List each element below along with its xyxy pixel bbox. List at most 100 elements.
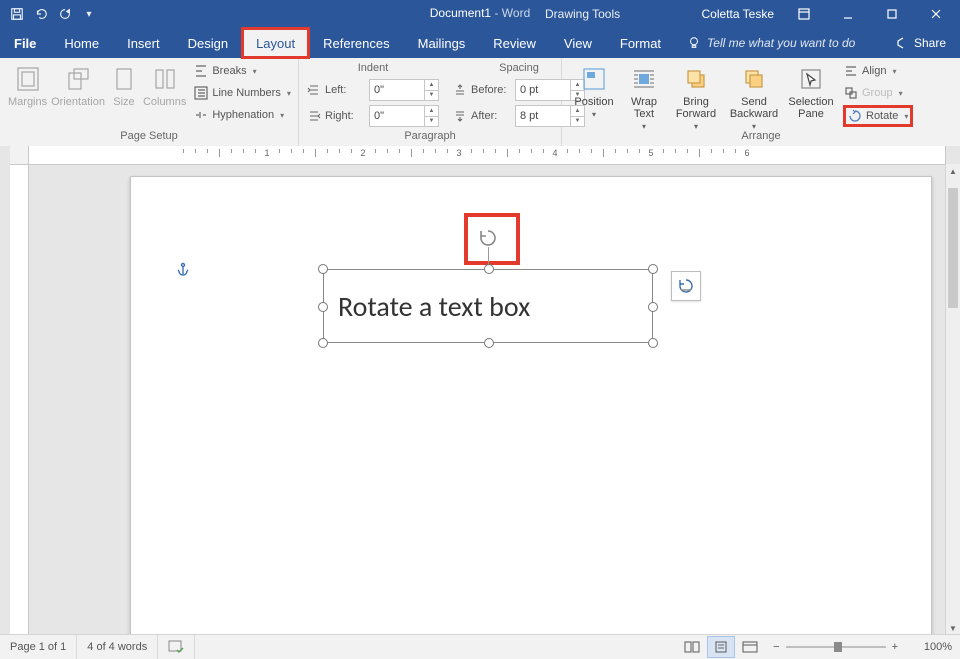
group-button[interactable]: Group▾ <box>844 84 912 102</box>
spacing-before-icon <box>453 83 467 97</box>
indent-header: Indent <box>307 62 439 74</box>
zoom-slider[interactable]: − + <box>773 641 898 653</box>
undo-icon[interactable] <box>30 3 52 25</box>
zoom-value[interactable]: 100% <box>908 641 952 653</box>
selection-pane-icon <box>796 64 826 94</box>
columns-button[interactable]: Columns <box>143 62 186 108</box>
status-page[interactable]: Page 1 of 1 <box>0 635 77 659</box>
status-bar: Page 1 of 1 4 of 4 words − + 100% <box>0 634 960 659</box>
resize-handle-bm[interactable] <box>484 338 494 348</box>
indent-left-input[interactable]: ▲▼ <box>369 79 439 101</box>
bring-forward-button[interactable]: Bring Forward▾ <box>670 62 722 131</box>
tab-layout[interactable]: Layout <box>242 28 309 58</box>
textbox-selection[interactable]: Rotate a text box <box>323 269 653 343</box>
resize-handle-bl[interactable] <box>318 338 328 348</box>
resize-handle-tm[interactable] <box>484 264 494 274</box>
view-read-mode[interactable] <box>679 637 705 657</box>
scroll-up-icon[interactable]: ▲ <box>946 164 960 178</box>
resize-handle-br[interactable] <box>648 338 658 348</box>
hyphenation-button[interactable]: Hyphenation▾ <box>194 106 291 124</box>
rotate-stem <box>488 247 489 265</box>
align-button[interactable]: Align▾ <box>844 62 912 80</box>
tab-references[interactable]: References <box>309 28 403 58</box>
tab-mailings[interactable]: Mailings <box>404 28 480 58</box>
scroll-down-icon[interactable]: ▼ <box>946 621 960 635</box>
resize-handle-tl[interactable] <box>318 264 328 274</box>
tab-review[interactable]: Review <box>479 28 550 58</box>
breaks-icon <box>194 64 208 78</box>
wrap-text-icon <box>629 64 659 94</box>
user-name: Coletta Teske <box>702 7 775 21</box>
ruler-corner <box>10 146 29 165</box>
share-button[interactable]: Share <box>878 28 960 58</box>
tab-view[interactable]: View <box>550 28 606 58</box>
size-icon <box>109 64 139 94</box>
document-page[interactable]: Rotate a text box <box>130 176 932 635</box>
line-numbers-button[interactable]: Line Numbers▾ <box>194 84 291 102</box>
zoom-in-icon[interactable]: + <box>892 641 898 653</box>
redo-icon[interactable] <box>54 3 76 25</box>
horizontal-ruler[interactable]: 123456 <box>28 146 946 165</box>
layout-options-button[interactable] <box>671 271 701 301</box>
margins-button[interactable]: Margins <box>8 62 47 108</box>
indent-right-row: Right: ▲▼ <box>307 106 439 126</box>
position-button[interactable]: Position▾ <box>570 62 618 119</box>
view-print-layout[interactable] <box>707 636 735 658</box>
resize-handle-ml[interactable] <box>318 302 328 312</box>
textbox[interactable]: Rotate a text box <box>323 269 653 343</box>
spacing-after-icon <box>453 109 467 123</box>
columns-icon <box>150 64 180 94</box>
close-button[interactable] <box>916 0 956 28</box>
size-button[interactable]: Size <box>109 62 139 108</box>
indent-right-input[interactable]: ▲▼ <box>369 105 439 127</box>
tab-insert[interactable]: Insert <box>113 28 174 58</box>
zoom-out-icon[interactable]: − <box>773 641 779 653</box>
margins-icon <box>13 64 43 94</box>
tab-design[interactable]: Design <box>174 28 242 58</box>
rotate-icon <box>478 228 498 248</box>
wrap-text-button[interactable]: Wrap Text▾ <box>622 62 666 131</box>
indent-left-icon <box>307 83 321 97</box>
group-icon <box>844 86 858 100</box>
spellcheck-icon <box>168 640 184 654</box>
status-words[interactable]: 4 of 4 words <box>77 635 158 659</box>
resize-handle-mr[interactable] <box>648 302 658 312</box>
maximize-button[interactable] <box>872 0 912 28</box>
tell-me-search[interactable]: Tell me what you want to do <box>687 28 855 58</box>
indent-right-icon <box>307 109 321 123</box>
minimize-button[interactable] <box>828 0 868 28</box>
position-icon <box>579 64 609 94</box>
status-spellcheck[interactable] <box>158 635 195 659</box>
tab-format[interactable]: Format <box>606 28 675 58</box>
vertical-ruler[interactable] <box>10 164 29 635</box>
zoom-track[interactable] <box>786 646 886 648</box>
view-web-layout[interactable] <box>737 637 763 657</box>
tab-file[interactable]: File <box>0 28 50 58</box>
qat-customize-icon[interactable]: ▾ <box>78 3 100 25</box>
group-label-paragraph: Paragraph <box>307 130 553 144</box>
line-numbers-icon <box>194 86 208 100</box>
quick-access-toolbar: ▾ <box>0 3 100 25</box>
title-bar: ▾ Document1 - Word Drawing Tools Coletta… <box>0 0 960 28</box>
breaks-button[interactable]: Breaks▾ <box>194 62 291 80</box>
group-label-page-setup: Page Setup <box>8 130 290 144</box>
tab-home[interactable]: Home <box>50 28 113 58</box>
zoom-thumb[interactable] <box>834 642 842 652</box>
share-label: Share <box>914 36 946 50</box>
selection-pane-button[interactable]: Selection Pane <box>786 62 836 120</box>
bring-forward-icon <box>681 64 711 94</box>
send-backward-button[interactable]: Send Backward▾ <box>726 62 782 131</box>
scrollbar-thumb[interactable] <box>948 188 958 308</box>
hyphenation-icon <box>194 108 208 122</box>
anchor-icon <box>176 262 190 279</box>
ribbon-display-options-icon[interactable] <box>784 0 824 28</box>
orientation-button[interactable]: Orientation <box>51 62 105 108</box>
textbox-text: Rotate a text box <box>338 289 530 324</box>
save-icon[interactable] <box>6 3 28 25</box>
app-name: Word <box>502 6 530 20</box>
vertical-scrollbar[interactable]: ▲ ▼ <box>945 164 960 635</box>
group-arrange: Position▾ Wrap Text▾ Bring Forward▾ Send… <box>562 58 960 146</box>
lightbulb-icon <box>687 36 701 50</box>
resize-handle-tr[interactable] <box>648 264 658 274</box>
rotate-button[interactable]: Rotate▾ <box>844 106 912 126</box>
